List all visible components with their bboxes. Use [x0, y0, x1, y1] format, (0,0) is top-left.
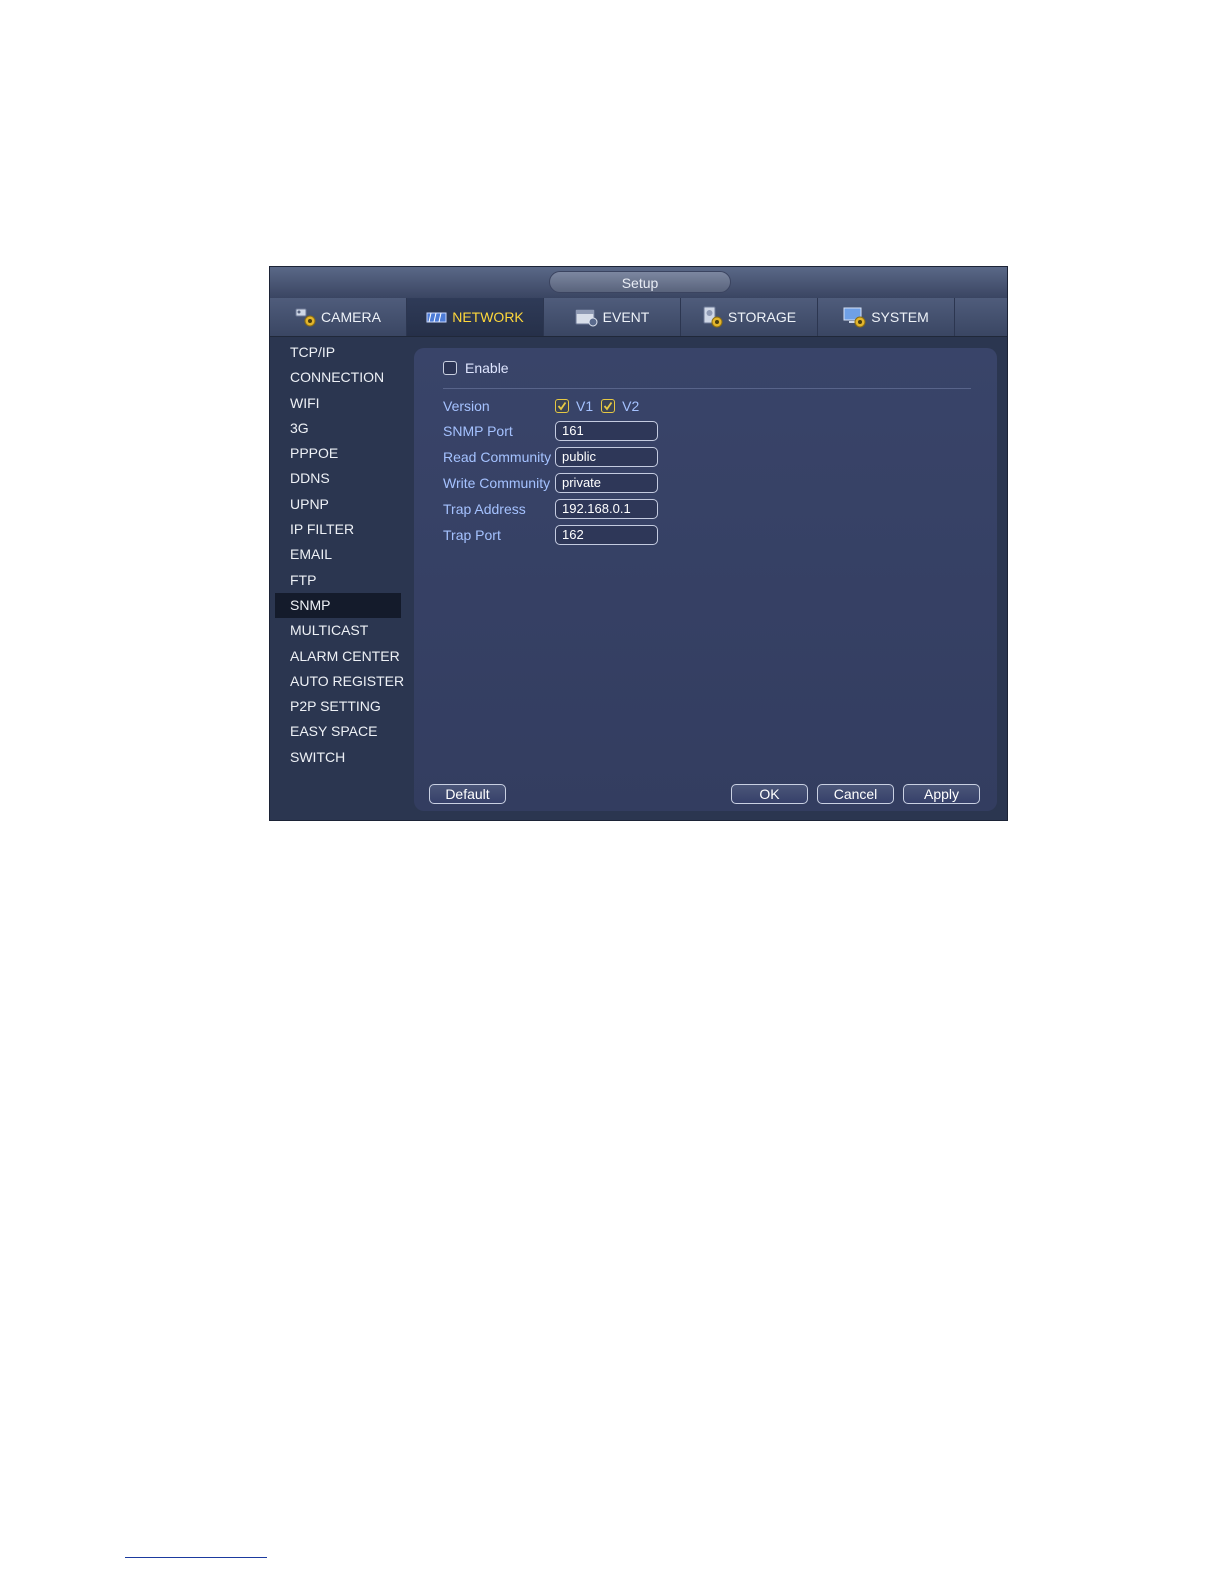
read-community-label: Read Community [443, 449, 552, 465]
main-tab-bar: CAMERA NETWORK EVENT STORAGE SYSTEM [270, 298, 1007, 337]
trap-port-row: Trap Port 162 [443, 525, 658, 545]
v1-checkbox[interactable] [555, 399, 569, 413]
enable-checkbox[interactable] [443, 361, 457, 375]
snmp-settings-panel: Enable Version V1 V2 SNMP Port 161 Read … [414, 348, 997, 811]
tab-system[interactable]: SYSTEM [818, 298, 955, 336]
version-v2-option: V2 [601, 398, 639, 414]
v2-label: V2 [622, 398, 640, 414]
snmp-port-label: SNMP Port [443, 423, 513, 439]
write-community-input[interactable]: private [555, 473, 658, 493]
trap-port-label: Trap Port [443, 527, 501, 543]
tab-event[interactable]: EVENT [544, 298, 681, 336]
section-divider [443, 388, 971, 389]
sidebar-item-pppoe[interactable]: PPPOE [275, 441, 401, 466]
enable-row: Enable [443, 360, 509, 376]
sidebar-item-email[interactable]: EMAIL [275, 542, 401, 567]
trap-port-input[interactable]: 162 [555, 525, 658, 545]
tab-camera-label: CAMERA [321, 309, 381, 325]
v2-checkbox[interactable] [601, 399, 616, 413]
sidebar-item-upnp[interactable]: UPNP [275, 492, 401, 517]
camera-gear-icon [295, 306, 317, 328]
ok-button[interactable]: OK [731, 784, 808, 804]
snmp-port-row: SNMP Port 161 [443, 421, 658, 441]
version-label: Version [443, 398, 490, 414]
v1-label: V1 [576, 398, 594, 414]
trap-address-input[interactable]: 192.168.0.1 [555, 499, 658, 519]
tab-camera[interactable]: CAMERA [270, 298, 407, 336]
trap-address-row: Trap Address 192.168.0.1 [443, 499, 658, 519]
version-v1-option: V1 [555, 398, 593, 414]
read-community-row: Read Community public [443, 447, 658, 467]
tab-event-label: EVENT [602, 309, 650, 325]
window-title: Setup [549, 271, 731, 293]
sidebar-item-ip-filter[interactable]: IP FILTER [275, 517, 401, 542]
sidebar-item-3g[interactable]: 3G [275, 416, 401, 441]
title-bar: Setup [270, 267, 1007, 299]
cancel-button[interactable]: Cancel [817, 784, 894, 804]
default-button[interactable]: Default [429, 784, 506, 804]
network-icon [426, 308, 448, 326]
write-community-label: Write Community [443, 475, 551, 491]
snmp-port-input[interactable]: 161 [555, 421, 658, 441]
trap-address-label: Trap Address [443, 501, 526, 517]
tab-storage-label: STORAGE [727, 309, 797, 325]
checkmark-icon [603, 401, 613, 411]
enable-label: Enable [465, 360, 509, 376]
sidebar-item-p2p-setting[interactable]: P2P SETTING [275, 694, 401, 719]
sidebar-item-ddns[interactable]: DDNS [275, 466, 401, 491]
event-icon [575, 307, 599, 327]
tab-network-label: NETWORK [452, 309, 524, 325]
sidebar-item-auto-register[interactable]: AUTO REGISTER [275, 669, 404, 694]
footnote-separator-line [125, 1557, 267, 1558]
system-gear-icon [843, 306, 867, 328]
sidebar-item-snmp[interactable]: SNMP [275, 592, 401, 619]
tab-network[interactable]: NETWORK [407, 298, 544, 336]
tab-system-label: SYSTEM [871, 309, 929, 325]
storage-gear-icon [702, 306, 724, 328]
apply-button[interactable]: Apply [903, 784, 980, 804]
sidebar-item-alarm-center[interactable]: ALARM CENTER [275, 644, 401, 669]
sidebar-item-connection[interactable]: CONNECTION [275, 365, 401, 390]
sidebar-item-wifi[interactable]: WIFI [275, 391, 401, 416]
checkmark-icon [557, 401, 567, 411]
setup-window: Setup CAMERA NETWORK EVENT STORAGE SYSTE… [269, 266, 1008, 821]
sidebar-item-switch[interactable]: SWITCH [275, 745, 401, 770]
sidebar-item-tcpip[interactable]: TCP/IP [275, 340, 401, 365]
version-row: Version V1 V2 [443, 396, 647, 416]
tab-storage[interactable]: STORAGE [681, 298, 818, 336]
sidebar-item-easy-space[interactable]: EASY SPACE [275, 719, 401, 744]
write-community-row: Write Community private [443, 473, 658, 493]
read-community-input[interactable]: public [555, 447, 658, 467]
network-sidebar: TCP/IP CONNECTION WIFI 3G PPPOE DDNS UPN… [275, 340, 404, 770]
sidebar-item-multicast[interactable]: MULTICAST [275, 618, 401, 643]
sidebar-item-ftp[interactable]: FTP [275, 568, 401, 593]
